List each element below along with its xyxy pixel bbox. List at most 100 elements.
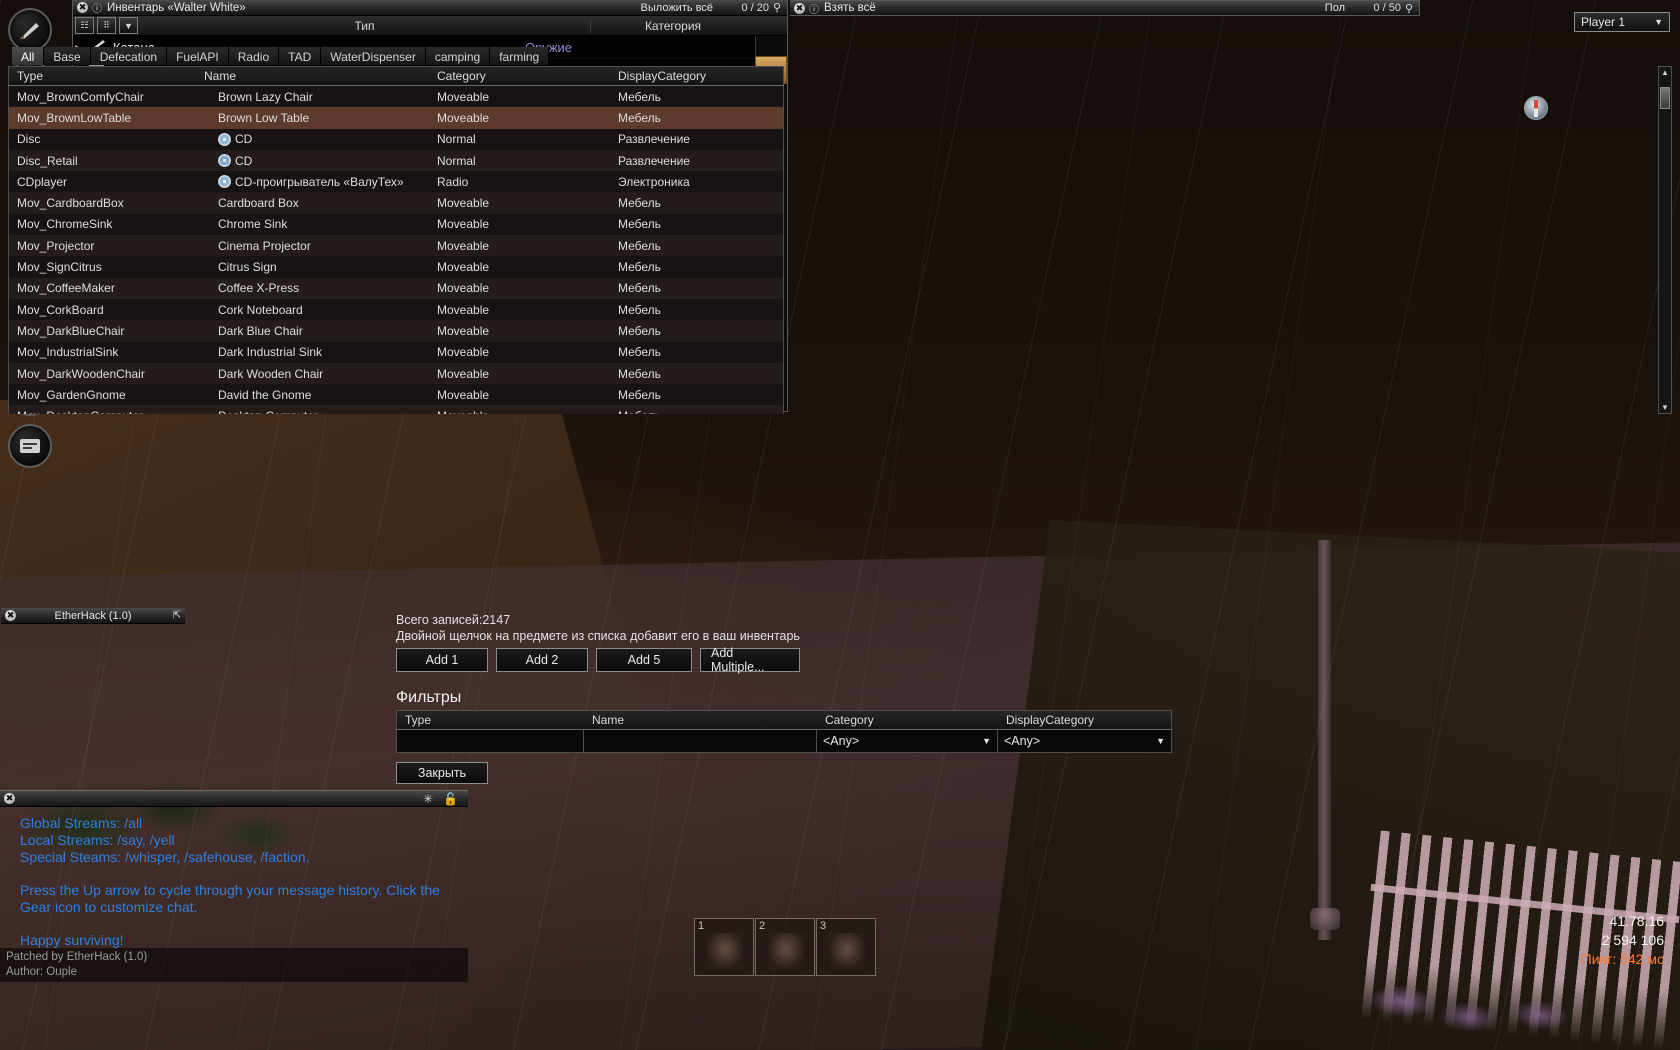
table-row[interactable]: Mov_CoffeeMaker Coffee X-Press Moveable Меб… (9, 277, 783, 299)
tab-defecation[interactable]: Defecation (90, 47, 168, 65)
tab-fuelapi[interactable]: FuelAPI (167, 47, 229, 65)
column-header-type[interactable]: Type (9, 67, 196, 85)
filter-type-input[interactable] (397, 730, 584, 752)
filter-displaycategory-dropdown[interactable]: <Any> ▼ (998, 730, 1171, 752)
tab-radio[interactable]: Radio (228, 47, 280, 65)
player-select-value: Player 1 (1581, 15, 1626, 29)
filter-header-name: Name (592, 713, 625, 727)
filters-row[interactable]: <Any> ▼ <Any> ▼ (396, 730, 1172, 753)
cell-name: Desktop Computer (196, 409, 429, 414)
cell-category: Moveable (437, 238, 490, 253)
pin-icon[interactable]: ⚲ (1403, 2, 1415, 15)
column-header-category[interactable]: Category (429, 67, 610, 85)
close-button[interactable]: Закрыть (396, 762, 488, 784)
cd-icon (218, 175, 231, 189)
cell-displaycategory: Мебель (618, 281, 661, 296)
add-buttons-row[interactable]: Add 1 Add 2 Add 5 Add Multiple... (396, 646, 800, 674)
tab-all[interactable]: All (12, 47, 45, 65)
filters-table[interactable]: Type Name Category DisplayCategory <Any>… (396, 710, 1172, 753)
table-row[interactable]: Mov_DarkWoodenChair Dark Wooden Chair Move… (9, 362, 783, 385)
table-row[interactable]: Mov_Projector Cinema Projector Moveable Меб… (9, 235, 783, 257)
hotbar-slot-2[interactable]: 2 (755, 918, 815, 976)
tab-tad[interactable]: TAD (279, 47, 322, 65)
list-view-icon[interactable]: ☷ (75, 17, 94, 34)
table-row[interactable]: Mov_GardenGnome David the Gnome Moveable Ме… (9, 384, 783, 406)
loot-titlebar[interactable]: ✖ ⓘ Взять всё Пол 0 / 50 ⚲ (790, 0, 1420, 16)
hotbar-slot-3[interactable]: 3 (816, 918, 876, 976)
cell-displaycategory: Мебель (618, 238, 661, 253)
cell-type: Mov_DarkWoodenChair (17, 366, 145, 381)
table-row[interactable]: Mov_DarkBlueChair Dark Blue Chair Moveable… (9, 320, 783, 342)
close-icon[interactable]: ✖ (794, 2, 805, 14)
grid-view-icon[interactable]: ⠿ (97, 17, 116, 34)
cell-type: Disc (17, 132, 41, 147)
cell-name: CD-проигрыватель «ВалуТех» (196, 175, 429, 189)
close-icon[interactable]: ✖ (5, 610, 16, 621)
add-2-button[interactable]: Add 2 (496, 648, 588, 672)
table-row[interactable]: Mov_ChromeSink Chrome Sink Moveable Мебель (9, 213, 783, 236)
inventory-titlebar[interactable]: ✖ ⓘ Инвентарь «Walter White» Выложить вс… (73, 0, 787, 16)
info-icon[interactable]: ⓘ (809, 1, 819, 16)
tab-waterdispenser[interactable]: WaterDispenser (321, 47, 426, 65)
table-row[interactable]: Mov_IndustrialSink Dark Industrial Sink Mo… (9, 341, 783, 363)
filter-icon[interactable]: ▼ (119, 17, 138, 34)
tab-camping[interactable]: camping (425, 47, 491, 65)
item-list-tabs[interactable]: All Base Defecation FuelAPI Radio TAD WaterDis… (12, 47, 550, 65)
close-icon[interactable]: ✖ (4, 793, 15, 804)
chat-titlebar-actions[interactable]: ✳ 🔓 (423, 792, 468, 806)
item-table-scrollbar[interactable]: ▲ ▼ (1658, 66, 1672, 414)
close-icon[interactable]: ✖ (77, 2, 88, 13)
table-row[interactable]: Disc CD Normal Развлечение (9, 128, 783, 150)
tab-base[interactable]: Base (44, 47, 91, 65)
hotbar-slot-number: 2 (759, 920, 766, 932)
info-icon[interactable]: ⓘ (92, 0, 102, 15)
scroll-down-icon[interactable]: ▼ (1661, 403, 1669, 412)
gear-icon[interactable]: ✳ (423, 792, 433, 806)
item-table[interactable]: Type Name Category DisplayCategory Mov_B… (8, 66, 784, 414)
table-row[interactable]: Mov_BrownComfyChair Brown Lazy Chair Movea… (9, 86, 783, 108)
column-header-displaycategory[interactable]: DisplayCategory (610, 67, 783, 85)
table-row[interactable]: Mov_CardboardBox Cardboard Box Moveable Меб… (9, 192, 783, 214)
cell-displaycategory: Мебель (618, 302, 661, 317)
item-table-header[interactable]: Type Name Category DisplayCategory (8, 66, 784, 86)
tab-farming[interactable]: farming (490, 47, 550, 65)
table-row[interactable]: Mov_DesktopComputerDesktop ComputerMovea… (9, 405, 783, 414)
table-row[interactable]: Mov_CorkBoard Cork Noteboard Moveable Мебел… (9, 298, 783, 321)
filters-title: Фильтры (396, 689, 462, 706)
cell-type: Mov_DarkBlueChair (17, 323, 125, 338)
table-row[interactable]: Mov_SignCitrus Citrus Sign Moveable Мебель (9, 256, 783, 278)
hotbar[interactable]: 1 2 3 (694, 918, 877, 976)
weapon-icon[interactable] (8, 8, 52, 52)
compass-icon (1524, 96, 1548, 120)
drop-all-label[interactable]: Выложить всё (641, 2, 713, 14)
chat-titlebar[interactable]: ✖ ✳ 🔓 (0, 790, 468, 807)
loot-source-label[interactable]: Пол (1325, 2, 1345, 14)
player-select-dropdown[interactable]: Player 1 ▼ (1574, 12, 1670, 32)
pin-icon[interactable]: ⚲ (771, 1, 783, 14)
scrollbar-thumb[interactable] (1660, 87, 1670, 109)
add-1-button[interactable]: Add 1 (396, 648, 488, 672)
cell-displaycategory: Мебель (618, 196, 661, 211)
filter-header-type: Type (405, 713, 432, 727)
table-row[interactable]: CDplayer CD-проигрыватель «ВалуТех» Radio Э… (9, 171, 783, 193)
scroll-up-icon[interactable]: ▲ (1661, 68, 1669, 77)
hotbar-slot-1[interactable]: 1 (694, 918, 754, 976)
chevron-down-icon: ▼ (982, 736, 991, 746)
table-row[interactable]: Mov_BrownLowTable Brown Low Table Moveable… (9, 107, 783, 129)
lock-icon[interactable]: 🔓 (443, 792, 458, 806)
filter-name-input[interactable] (584, 730, 817, 752)
hud-ping: Пинг: 542 мс (1581, 951, 1664, 967)
inventory-toolbar[interactable]: ☷ ⠿ ▼ Тип Категория (73, 16, 787, 36)
column-header-category[interactable]: Категория (591, 19, 755, 33)
column-header-name[interactable]: Name (196, 67, 429, 85)
column-header-type[interactable]: Тип (139, 18, 591, 33)
collapse-icon[interactable]: ⇱ (173, 610, 181, 621)
table-row[interactable]: Disc_Retail CD Normal Развлечение (9, 149, 783, 172)
add-5-button[interactable]: Add 5 (596, 648, 692, 672)
etherhack-titlebar[interactable]: ✖ EtherHack (1.0) ⇱ (1, 608, 185, 624)
add-multiple-button[interactable]: Add Multiple... (700, 646, 800, 674)
admin-panel-icon[interactable] (8, 424, 52, 468)
filter-category-dropdown[interactable]: <Any> ▼ (817, 730, 998, 752)
item-table-body[interactable]: Mov_BrownComfyChair Brown Lazy Chair Movea… (8, 86, 784, 414)
loot-window[interactable]: ✖ ⓘ Взять всё Пол 0 / 50 ⚲ (790, 0, 1420, 16)
